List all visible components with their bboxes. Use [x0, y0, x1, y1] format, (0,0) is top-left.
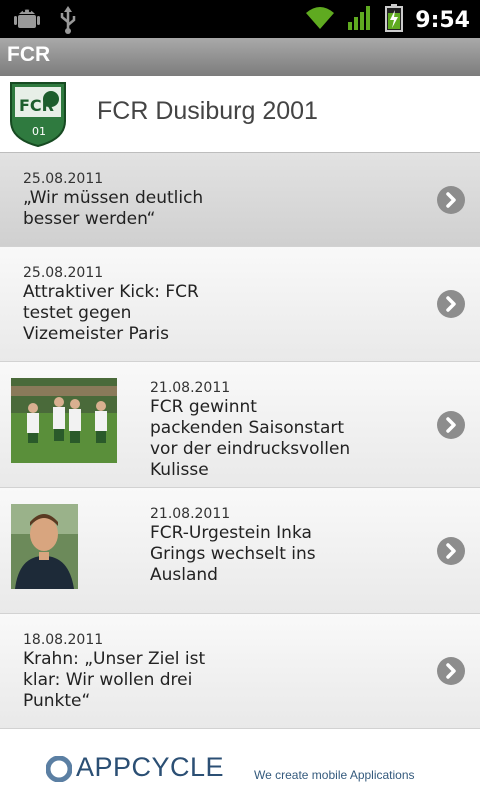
club-crest-logo: FCR 01 [10, 82, 66, 147]
news-item[interactable]: 21.08.2011 FCR gewinnt packenden Saisons… [0, 362, 480, 488]
club-header: FCR 01 FCR Dusiburg 2001 [0, 76, 480, 154]
chevron-right-icon[interactable] [437, 290, 465, 318]
news-item[interactable]: 21.08.2011 FCR-Urgestein Inka Grings wec… [0, 488, 480, 614]
chevron-right-icon[interactable] [437, 411, 465, 439]
chevron-right-icon[interactable] [437, 537, 465, 565]
chevron-right-icon[interactable] [437, 186, 465, 214]
news-item[interactable]: 25.08.2011 „Wir müssen deutlich besser w… [0, 153, 480, 247]
news-title: „Wir müssen deutlich besser werden“ [23, 188, 204, 229]
news-title: Attraktiver Kick: FCR testet gegen Vizem… [23, 282, 199, 344]
news-date: 18.08.2011 [23, 632, 104, 648]
crest-letters: FCR [19, 96, 54, 115]
news-item[interactable]: 25.08.2011 Attraktiver Kick: FCR testet … [0, 247, 480, 362]
news-date: 25.08.2011 [23, 265, 104, 281]
signal-icon [347, 5, 373, 35]
news-title: FCR-Urgestein Inka Grings wechselt ins A… [150, 523, 316, 585]
crest-number: 01 [32, 125, 46, 138]
app-title: FCR [7, 43, 51, 66]
appcycle-tagline: We create mobile Applications [254, 768, 415, 782]
news-title: Krahn: „Unser Ziel ist klar: Wir wollen … [23, 649, 206, 711]
sponsor-footer[interactable]: APPCYCLE We create mobile Applications [0, 732, 480, 800]
news-date: 25.08.2011 [23, 171, 104, 187]
appcycle-brand: APPCYCLE [76, 752, 225, 782]
news-item[interactable]: 18.08.2011 Krahn: „Unser Ziel ist klar: … [0, 614, 480, 729]
news-date: 21.08.2011 [150, 380, 231, 396]
battery-charging-icon [385, 4, 404, 36]
news-thumbnail-team-photo [11, 378, 117, 463]
news-list: 25.08.2011 „Wir müssen deutlich besser w… [0, 153, 480, 729]
news-thumbnail-player-portrait [11, 504, 78, 589]
appcycle-logo-icon [46, 756, 72, 782]
wifi-icon [305, 5, 335, 35]
news-title: FCR gewinnt packenden Saisonstart vor de… [150, 397, 351, 480]
clock: 9:54 [415, 7, 470, 33]
app-title-bar: FCR [0, 38, 480, 76]
news-date: 21.08.2011 [150, 506, 231, 522]
club-name: FCR Dusiburg 2001 [97, 97, 318, 125]
usb-icon [58, 6, 78, 38]
status-bar: 9:54 [0, 0, 480, 38]
chevron-right-icon[interactable] [437, 657, 465, 685]
android-debug-icon [14, 6, 40, 38]
